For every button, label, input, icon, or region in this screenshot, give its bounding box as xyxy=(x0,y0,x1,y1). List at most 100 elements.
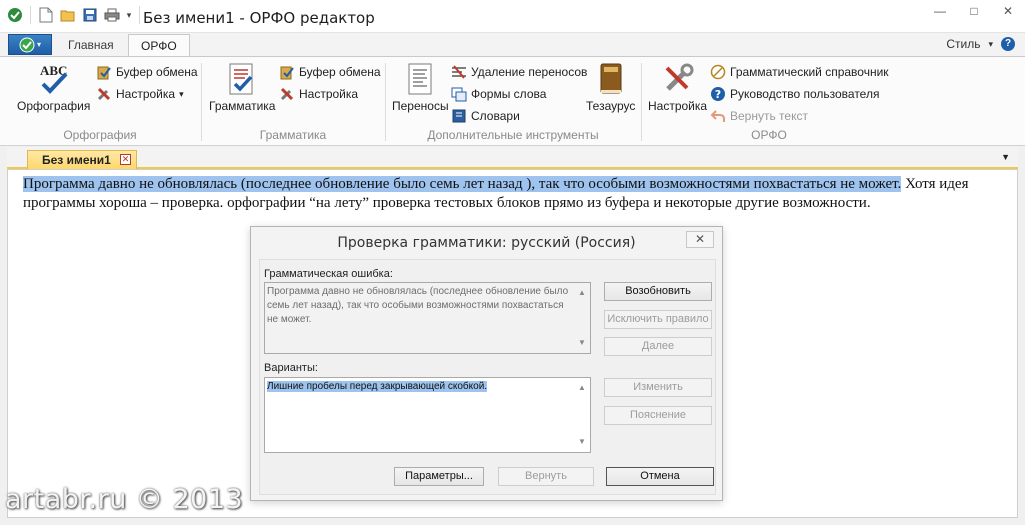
spelling-settings-button[interactable]: Настройка ▾ xyxy=(96,86,184,102)
hyphenation-button[interactable]: Переносы xyxy=(392,62,449,113)
clipboard-check-icon xyxy=(279,64,295,80)
group-additional-tools: Переносы Удаление переносов Формы слова … xyxy=(386,57,640,146)
wrench-screwdriver-icon xyxy=(661,62,695,96)
orfo-settings-label: Настройка xyxy=(648,99,708,113)
qat-separator xyxy=(139,6,140,24)
cancel-button[interactable]: Отмена xyxy=(606,467,714,486)
explain-button[interactable]: Пояснение xyxy=(604,406,712,425)
remove-hyphens-icon xyxy=(451,64,467,80)
scroll-up-icon[interactable]: ▲ xyxy=(578,381,586,395)
grammar-group-label: Грамматика xyxy=(259,128,327,142)
reference-icon xyxy=(710,64,726,80)
variants-scrollbar[interactable]: ▲ ▼ xyxy=(576,378,588,452)
orfo-settings-button[interactable]: Настройка xyxy=(648,62,707,113)
qat-separator xyxy=(30,6,31,24)
chevron-down-icon: ▾ xyxy=(988,38,993,49)
undo-button[interactable]: Вернуть xyxy=(498,467,594,486)
dialog-close-button[interactable]: ✕ xyxy=(686,231,714,248)
clipboard-check-icon xyxy=(96,64,112,80)
watermark: artabr.ru © 2013 xyxy=(5,484,244,515)
title-bar: ▾ Без имени1 - ОРФО редактор — □ ✕ xyxy=(0,0,1025,33)
error-scrollbar[interactable]: ▲ ▼ xyxy=(576,283,588,353)
tools-group-label: Дополнительные инструменты xyxy=(427,128,599,142)
application-menu-button[interactable]: ▾ xyxy=(8,34,52,55)
chevron-down-icon: ▾ xyxy=(179,88,184,99)
open-folder-icon[interactable] xyxy=(59,6,77,24)
grammar-settings-button[interactable]: Настройка xyxy=(279,86,358,102)
help-circle-icon: ? xyxy=(710,86,726,102)
print-icon[interactable] xyxy=(103,6,121,24)
thesaurus-button[interactable]: Тезаурус xyxy=(586,62,635,113)
resume-button[interactable]: Возобновить xyxy=(604,282,712,301)
grammar-check-dialog: Проверка грамматики: русский (Россия) ✕ … xyxy=(250,226,723,501)
parameters-button[interactable]: Параметры... xyxy=(394,467,484,486)
spelling-button[interactable]: ABC Орфография xyxy=(17,62,90,113)
spelling-settings-label: Настройка xyxy=(116,87,176,101)
variants-label: Варианты: xyxy=(264,362,318,374)
help-icon[interactable]: ? xyxy=(1001,37,1015,51)
tab-list-dropdown-icon[interactable]: ▼ xyxy=(1001,152,1010,162)
close-button[interactable]: ✕ xyxy=(991,0,1025,22)
ribbon: ABC Орфография Буфер обмена Настройка ▾ … xyxy=(0,56,1025,146)
spelling-clipboard-label: Буфер обмена xyxy=(116,65,198,79)
spelling-clipboard-button[interactable]: Буфер обмена xyxy=(96,64,198,80)
grammar-clipboard-button[interactable]: Буфер обмена xyxy=(279,64,381,80)
maximize-button[interactable]: □ xyxy=(957,0,991,22)
variants-listbox[interactable]: Лишние пробелы перед закрывающей скобкой… xyxy=(264,377,591,453)
save-icon[interactable] xyxy=(81,6,99,24)
remove-hyphens-button[interactable]: Удаление переносов xyxy=(451,64,587,80)
tools-icon xyxy=(279,86,295,102)
grammar-button[interactable]: Грамматика xyxy=(209,62,275,113)
app-menu-icon xyxy=(19,37,35,52)
style-label: Стиль xyxy=(946,37,981,51)
thesaurus-label: Тезаурус xyxy=(586,99,636,113)
word-forms-button[interactable]: Формы слова xyxy=(451,86,546,102)
variant-item[interactable]: Лишние пробелы перед закрывающей скобкой… xyxy=(267,381,488,392)
qat-customize-dropdown[interactable]: ▾ xyxy=(125,10,133,21)
spelling-label: Орфография xyxy=(17,99,91,113)
document-tab[interactable]: Без имени1 ✕ xyxy=(27,150,137,169)
grammar-clipboard-label: Буфер обмена xyxy=(299,65,381,79)
dictionaries-label: Словари xyxy=(471,109,520,123)
dialog-title: Проверка грамматики: русский (Россия) xyxy=(337,235,636,251)
dictionaries-button[interactable]: Словари xyxy=(451,108,520,124)
grammar-error-label: Грамматическая ошибка: xyxy=(264,268,393,280)
hyphenation-document-icon xyxy=(403,62,437,96)
window-title: Без имени1 - ОРФО редактор xyxy=(143,9,375,27)
return-text-button[interactable]: Вернуть текст xyxy=(710,108,808,124)
grammar-error-textbox[interactable]: Программа давно не обновлялась (последне… xyxy=(264,282,591,354)
selected-text: Программа давно не обновлялась (последне… xyxy=(23,176,902,192)
user-guide-button[interactable]: ? Руководство пользователя xyxy=(710,86,879,102)
document-tab-label: Без имени1 xyxy=(42,153,111,167)
app-check-icon[interactable] xyxy=(6,6,24,24)
tools-icon xyxy=(96,86,112,102)
tab-orfo[interactable]: ОРФО xyxy=(128,34,190,57)
word-forms-icon xyxy=(451,86,467,102)
grammar-reference-button[interactable]: Грамматический справочник xyxy=(710,64,889,80)
scroll-down-icon[interactable]: ▼ xyxy=(578,336,586,350)
group-spelling: ABC Орфография Буфер обмена Настройка ▾ … xyxy=(0,57,200,146)
next-button[interactable]: Далее xyxy=(604,337,712,356)
close-tab-icon[interactable]: ✕ xyxy=(120,154,131,165)
thesaurus-book-icon xyxy=(594,62,628,96)
group-grammar: Грамматика Буфер обмена Настройка Грамма… xyxy=(202,57,384,146)
word-forms-label: Формы слова xyxy=(471,87,547,101)
document-tab-strip: Без имени1 ✕ ▼ xyxy=(7,147,1018,169)
grammar-reference-label: Грамматический справочник xyxy=(730,65,889,79)
exclude-rule-button[interactable]: Исключить правило xyxy=(604,310,712,329)
dialog-body: Грамматическая ошибка: Программа давно н… xyxy=(259,259,716,495)
quick-access-toolbar: ▾ xyxy=(6,6,142,24)
window-controls: — □ ✕ xyxy=(923,0,1025,22)
document-text[interactable]: Программа давно не обновлялась (последне… xyxy=(23,175,1008,213)
tab-home[interactable]: Главная xyxy=(56,34,126,57)
hyphenation-label: Переносы xyxy=(392,99,449,113)
group-orfo: Настройка Грамматический справочник ? Ру… xyxy=(642,57,896,146)
change-button[interactable]: Изменить xyxy=(604,378,712,397)
scroll-up-icon[interactable]: ▲ xyxy=(578,286,586,300)
style-menu[interactable]: Стиль ▾ ? xyxy=(946,37,1015,51)
undo-arrow-icon xyxy=(710,108,726,124)
scroll-down-icon[interactable]: ▼ xyxy=(578,435,586,449)
return-text-label: Вернуть текст xyxy=(730,109,808,123)
minimize-button[interactable]: — xyxy=(923,0,957,22)
new-document-icon[interactable] xyxy=(37,6,55,24)
